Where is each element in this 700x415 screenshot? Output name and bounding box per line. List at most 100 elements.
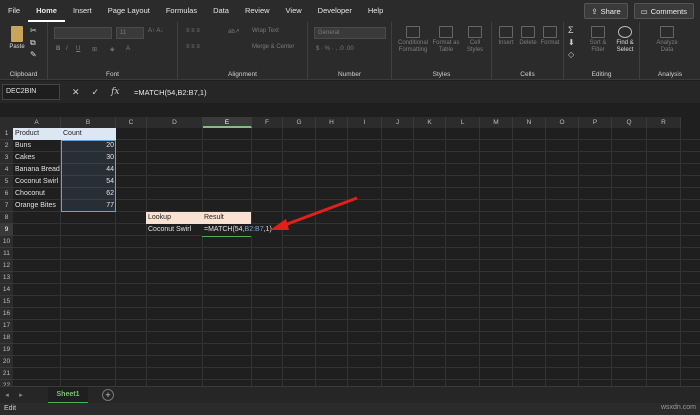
product-cell[interactable]: Choconut [13,188,61,200]
insert-cells-button[interactable]: Insert [496,26,516,47]
row-header[interactable]: 15 [0,296,13,308]
fill-icon[interactable]: ⬇ [568,38,575,47]
find-select-button[interactable]: Find & Select [612,26,638,54]
cancel-icon[interactable]: ✕ [72,87,80,98]
column-header[interactable]: Q [612,117,647,128]
prev-sheet-icon[interactable]: ◂ [0,391,14,399]
comments-button[interactable]: ▭ Comments [633,3,694,19]
row-header[interactable]: 2 [0,140,13,152]
sort-filter-button[interactable]: Sort & Filter [586,26,610,54]
row-header[interactable]: 5 [0,176,13,188]
font-name-field[interactable] [54,27,112,39]
count-cell[interactable]: 30 [61,152,116,164]
column-header[interactable]: H [316,117,348,128]
tab-data[interactable]: Data [205,0,237,22]
column-header[interactable]: D [147,117,203,128]
row-header[interactable]: 12 [0,260,13,272]
italic-icon[interactable]: I [66,46,68,52]
enter-icon[interactable]: ✓ [92,87,100,98]
column-header[interactable]: N [513,117,546,128]
format-cells-button[interactable]: Format [540,26,560,47]
column-header[interactable]: F [252,117,283,128]
sheet-tab[interactable]: Sheet1 [48,386,88,404]
format-as-table-button[interactable]: Format as Table [432,26,460,54]
conditional-formatting-button[interactable]: Conditional Formatting [396,26,430,54]
tab-review[interactable]: Review [237,0,278,22]
font-color-icon[interactable]: A [126,46,130,52]
tab-developer[interactable]: Developer [310,0,360,22]
borders-icon[interactable]: ⊞ [92,46,97,53]
header-count[interactable]: Count [61,128,116,140]
column-header[interactable]: E [203,117,252,128]
insert-function-icon[interactable]: fx [111,87,119,98]
column-header[interactable]: L [446,117,480,128]
row-header[interactable]: 4 [0,164,13,176]
count-cell[interactable]: 54 [61,176,116,188]
product-cell[interactable]: Buns [13,140,61,152]
row-header[interactable]: 10 [0,236,13,248]
cell-styles-button[interactable]: Cell Styles [462,26,488,54]
row-header[interactable]: 16 [0,308,13,320]
column-header[interactable]: A [13,117,61,128]
copy-icon[interactable]: ⧉ [30,39,36,47]
number-format-field[interactable]: General [314,27,386,39]
column-header[interactable]: P [579,117,612,128]
font-grow-icon[interactable]: A↑ A↓ [148,28,163,34]
analyze-data-button[interactable]: Analyze Data [652,26,682,54]
column-header[interactable]: G [283,117,316,128]
lookup-value-cell[interactable]: Coconut Swirl [146,224,202,236]
row-header[interactable]: 7 [0,200,13,212]
count-cell[interactable]: 44 [61,164,116,176]
align-left-icon[interactable]: ≡ ≡ ≡ [186,44,200,50]
tab-insert[interactable]: Insert [65,0,100,22]
tab-help[interactable]: Help [360,0,391,22]
row-header[interactable]: 1 [0,128,13,140]
share-button[interactable]: ⇪ Share [584,3,628,19]
tab-view[interactable]: View [278,0,310,22]
column-header[interactable]: M [480,117,513,128]
align-top-icon[interactable]: ≡ ≡ ≡ [186,28,200,34]
row-header[interactable]: 14 [0,284,13,296]
font-size-field[interactable]: 11 [116,27,144,39]
row-header[interactable]: 18 [0,332,13,344]
autosum-icon[interactable]: Σ [568,25,574,35]
paste-button[interactable]: Paste [6,26,28,51]
tab-page-layout[interactable]: Page Layout [100,0,158,22]
lookup-label-cell[interactable]: Lookup [146,212,202,224]
name-box[interactable]: DEC2BIN [2,84,60,100]
underline-icon[interactable]: U [76,46,80,52]
accounting-icon[interactable]: $ · % · , .0 .00 [316,46,354,52]
merge-center-button[interactable]: Merge & Center [252,44,294,50]
column-header[interactable]: R [647,117,681,128]
tab-home[interactable]: Home [28,0,65,22]
delete-cells-button[interactable]: Delete [518,26,538,47]
column-header[interactable]: I [348,117,382,128]
bold-icon[interactable]: B [56,46,60,52]
count-cell[interactable]: 77 [61,200,116,212]
column-header[interactable]: K [414,117,446,128]
count-cell[interactable]: 20 [61,140,116,152]
product-cell[interactable]: Banana Bread [13,164,61,176]
header-product[interactable]: Product [13,128,61,140]
column-header[interactable]: B [61,117,116,128]
clear-icon[interactable]: ◇ [568,50,574,59]
row-header[interactable]: 8 [0,212,13,224]
cut-icon[interactable]: ✂ [30,27,37,35]
add-sheet-button[interactable]: + [102,389,114,401]
count-cell[interactable]: 62 [61,188,116,200]
result-label-cell[interactable]: Result [202,212,251,224]
row-header[interactable]: 21 [0,368,13,380]
wrap-text-button[interactable]: Wrap Text [252,28,279,34]
next-sheet-icon[interactable]: ▸ [14,391,28,399]
product-cell[interactable]: Orange Bites [13,200,61,212]
row-header[interactable]: 11 [0,248,13,260]
orientation-icon[interactable]: ab↗ [228,28,240,35]
tab-file[interactable]: File [0,0,28,22]
row-header[interactable]: 13 [0,272,13,284]
product-cell[interactable]: Cakes [13,152,61,164]
row-header[interactable]: 19 [0,344,13,356]
worksheet-grid[interactable]: ABCDEFGHIJKLMNOPQR 1 2 3 4 5 6 7 8 9 10 11 12 13 14 15… [0,106,700,386]
column-header[interactable]: J [382,117,414,128]
row-header[interactable]: 6 [0,188,13,200]
column-header[interactable]: C [116,117,147,128]
